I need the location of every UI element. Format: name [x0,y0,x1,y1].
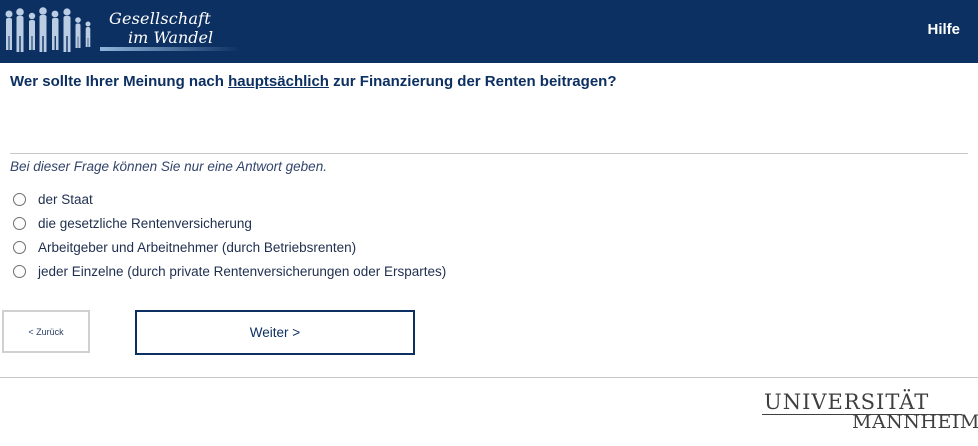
radio-button[interactable] [13,240,26,254]
university-name-bottom: MANNHEIM [852,411,978,433]
option-label: die gesetzliche Rentenversicherung [38,215,252,231]
gesellschaft-im-wandel-logo: Gesellschaft im Wandel [0,0,240,63]
header-bar: Gesellschaft im Wandel Hilfe [0,0,978,63]
question-emphasis: hauptsächlich [228,73,329,90]
logo-text-line1: Gesellschaft [109,9,211,28]
option-der-staat[interactable]: der Staat [13,187,446,211]
option-gesetzliche-rentenversicherung[interactable]: die gesetzliche Rentenversicherung [13,211,446,235]
option-label: jeder Einzelne (durch private Rentenvers… [38,263,447,279]
option-label: der Staat [38,191,93,207]
universitaet-mannheim-logo: UNIVERSITÄT MANNHEIM [762,390,978,440]
people-silhouettes-icon [5,7,91,52]
question-divider [10,153,968,154]
logo-underline-bar [100,47,240,51]
next-button[interactable]: Weiter > [135,310,415,355]
option-arbeitgeber-arbeitnehmer[interactable]: Arbeitgeber und Arbeitnehmer (durch Betr… [13,235,446,259]
answer-instruction: Bei dieser Frage können Sie nur eine Ant… [10,159,327,174]
radio-button[interactable] [13,216,26,230]
radio-button[interactable] [13,264,26,278]
footer-divider [0,377,978,378]
radio-button[interactable] [13,192,26,206]
answer-options: der Staat die gesetzliche Rentenversiche… [13,187,446,283]
question-text-before: Wer sollte Ihrer Meinung nach [10,73,229,90]
option-label: Arbeitgeber und Arbeitnehmer (durch Betr… [38,239,357,255]
back-button[interactable]: < Zurück [2,310,90,353]
logo-text-line2: im Wandel [128,28,214,47]
help-link[interactable]: Hilfe [927,21,960,38]
option-jeder-einzelne[interactable]: jeder Einzelne (durch private Rentenvers… [13,259,446,283]
question-text-after: zur Finanzierung der Renten beitragen? [328,73,617,90]
question-text: Wer sollte Ihrer Meinung nach hauptsächl… [10,73,616,90]
